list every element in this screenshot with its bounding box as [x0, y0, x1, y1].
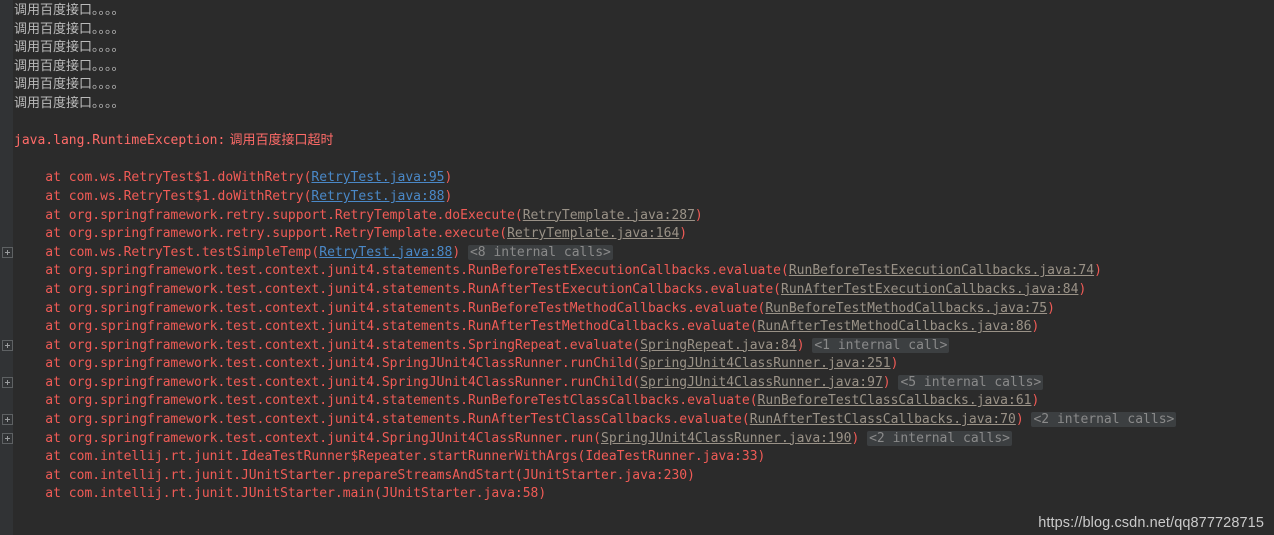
- stack-frame-line: at com.ws.RetryTest$1.doWithRetry(RetryT…: [0, 169, 1274, 188]
- exception-message: 调用百度接口超时: [225, 133, 334, 149]
- stdout-text: 调用百度接口。。。。: [14, 3, 125, 18]
- stack-frame-text: ): [1094, 263, 1102, 279]
- stack-frame-text: at com.intellij.rt.junit.JUnitStarter.pr…: [14, 467, 695, 483]
- expand-folded-frames-icon[interactable]: [2, 339, 13, 351]
- source-link[interactable]: RunBeforeTestExecutionCallbacks.java:74: [789, 263, 1094, 278]
- stdout-text: 调用百度接口。。。。: [14, 95, 125, 111]
- source-link[interactable]: SpringJUnit4ClassRunner.java:190: [601, 431, 851, 446]
- stack-frame-line: at org.springframework.test.context.juni…: [0, 262, 1274, 281]
- stack-frame-text: ): [1047, 300, 1055, 316]
- stack-frame-line: at org.springframework.test.context.juni…: [0, 355, 1274, 374]
- expand-folded-frames-icon[interactable]: [2, 414, 13, 426]
- folded-frames-badge[interactable]: <2 internal calls>: [867, 430, 1012, 446]
- stack-frame-line: at org.springframework.test.context.juni…: [0, 374, 1274, 393]
- stack-frame-text: at org.springframework.test.context.juni…: [14, 281, 782, 297]
- source-link[interactable]: RetryTemplate.java:287: [523, 208, 695, 223]
- stack-frame-line: at com.ws.RetryTest$1.doWithRetry(RetryT…: [0, 188, 1274, 207]
- source-link[interactable]: RunBeforeTestClassCallbacks.java:61: [758, 393, 1032, 408]
- folded-frames-badge[interactable]: <2 internal calls>: [1031, 412, 1177, 428]
- expand-folded-frames-icon[interactable]: [2, 246, 13, 258]
- stack-frame-text: ): [796, 337, 805, 353]
- stack-frame-text: at org.springframework.test.context.juni…: [14, 412, 750, 428]
- stdout-line: 调用百度接口。。。。: [0, 58, 1274, 77]
- stack-frame-text: ): [1078, 281, 1087, 297]
- stdout-line: 调用百度接口。。。。: [0, 76, 1274, 95]
- stack-frame-text: ): [1031, 319, 1040, 335]
- stack-frame-text: ): [444, 188, 453, 204]
- source-link[interactable]: RunAfterTestExecutionCallbacks.java:84: [781, 282, 1078, 297]
- folded-frames-badge[interactable]: <1 internal call>: [812, 337, 950, 353]
- stack-frame-line: at org.springframework.test.context.juni…: [0, 337, 1274, 356]
- stack-frame-line: at com.intellij.rt.junit.JUnitStarter.pr…: [0, 467, 1274, 486]
- stack-frame-text: ): [1031, 393, 1040, 409]
- console-line-list: 调用百度接口。。。。 调用百度接口。。。。 调用百度接口。。。。 调用百度接口。。。。…: [0, 0, 1274, 535]
- stack-frame-line: at org.springframework.test.context.juni…: [0, 411, 1274, 430]
- stdout-line: 调用百度接口。。。。: [0, 2, 1274, 21]
- stack-frame-text: at com.intellij.rt.junit.JUnitStarter.ma…: [14, 486, 547, 502]
- source-link[interactable]: RetryTemplate.java:164: [507, 226, 679, 241]
- stack-frame-text: at org.springframework.test.context.juni…: [14, 374, 641, 390]
- stack-frame-text: at org.springframework.test.context.juni…: [14, 337, 641, 353]
- stack-frame-line: at com.ws.RetryTest.testSimpleTemp(Retry…: [0, 244, 1274, 263]
- stack-frame-text: ): [679, 226, 688, 242]
- source-link[interactable]: RunAfterTestMethodCallbacks.java:86: [758, 319, 1032, 334]
- stack-frame-text: ): [1015, 412, 1024, 428]
- expand-folded-frames-icon[interactable]: [2, 432, 13, 444]
- stack-frame-text: ): [882, 374, 891, 390]
- source-link[interactable]: SpringJUnit4ClassRunner.java:251: [640, 356, 890, 371]
- stack-frame-line: at org.springframework.test.context.juni…: [0, 281, 1274, 300]
- run-console-output[interactable]: 调用百度接口。。。。 调用百度接口。。。。 调用百度接口。。。。 调用百度接口。。。。…: [0, 0, 1274, 535]
- stack-frame-text: at org.springframework.test.context.juni…: [14, 300, 766, 316]
- stack-frame-text: ): [694, 207, 703, 223]
- source-link[interactable]: RetryTest.java:95: [311, 170, 444, 185]
- stack-frame-text: ): [444, 170, 453, 186]
- stack-frame-text: at org.springframework.test.context.juni…: [14, 263, 789, 279]
- folded-frames-badge[interactable]: <5 internal calls>: [898, 374, 1044, 390]
- source-link[interactable]: RunBeforeTestMethodCallbacks.java:75: [765, 301, 1047, 316]
- stdout-line: 调用百度接口。。。。: [0, 21, 1274, 40]
- stack-frame-line: at org.springframework.test.context.juni…: [0, 392, 1274, 411]
- stdout-line: 调用百度接口。。。。: [0, 39, 1274, 58]
- stack-frame-line: at org.springframework.retry.support.Ret…: [0, 207, 1274, 226]
- stack-frame-text: at com.ws.RetryTest$1.doWithRetry(: [14, 188, 312, 204]
- watermark-text: https://blog.csdn.net/qq877728715: [1038, 515, 1264, 531]
- stack-frame-text: at org.springframework.retry.support.Ret…: [14, 226, 508, 242]
- stack-frame-line: at org.springframework.test.context.juni…: [0, 318, 1274, 337]
- stack-frame-text: at org.springframework.test.context.juni…: [14, 319, 758, 335]
- stdout-line: 调用百度接口。。。。: [0, 95, 1274, 114]
- source-link[interactable]: SpringJUnit4ClassRunner.java:97: [640, 375, 883, 390]
- stack-frame-text: at com.ws.RetryTest.testSimpleTemp(: [14, 244, 320, 260]
- source-link[interactable]: RetryTest.java:88: [311, 189, 444, 204]
- stack-frame-line: at com.intellij.rt.junit.IdeaTestRunner$…: [0, 448, 1274, 467]
- stack-frame-line: at com.intellij.rt.junit.JUnitStarter.ma…: [0, 485, 1274, 504]
- exception-header-line: java.lang.RuntimeException: 调用百度接口超时: [0, 132, 1274, 151]
- stack-frame-line: at org.springframework.test.context.juni…: [0, 300, 1274, 319]
- source-link[interactable]: RetryTest.java:88: [319, 245, 452, 260]
- exception-type: java.lang.RuntimeException:: [14, 133, 226, 149]
- stack-frame-text: at org.springframework.retry.support.Ret…: [14, 207, 523, 223]
- stack-frame-text: at org.springframework.test.context.juni…: [14, 356, 641, 372]
- stack-frame-line: at org.springframework.retry.support.Ret…: [0, 225, 1274, 244]
- stack-frame-text: at com.ws.RetryTest$1.doWithRetry(: [14, 170, 312, 186]
- stack-frame-line: at org.springframework.test.context.juni…: [0, 430, 1274, 449]
- source-link[interactable]: RunAfterTestClassCallbacks.java:70: [750, 412, 1016, 427]
- stack-frame-text: ): [452, 244, 461, 260]
- stdout-text: 调用百度接口。。。。: [14, 58, 125, 74]
- stack-frame-text: at org.springframework.test.context.juni…: [14, 393, 758, 409]
- stdout-text: 调用百度接口。。。。: [14, 21, 125, 37]
- expand-folded-frames-icon[interactable]: [2, 376, 13, 388]
- stack-frame-text: at com.intellij.rt.junit.IdeaTestRunner$…: [14, 449, 766, 465]
- stack-frame-text: at org.springframework.test.context.juni…: [14, 430, 601, 446]
- stdout-text: 调用百度接口。。。。: [14, 40, 125, 56]
- stdout-text: 调用百度接口。。。。: [14, 77, 125, 93]
- folded-frames-badge[interactable]: <8 internal calls>: [467, 244, 613, 260]
- stack-frame-text: ): [890, 356, 899, 372]
- source-link[interactable]: SpringRepeat.java:84: [640, 338, 797, 353]
